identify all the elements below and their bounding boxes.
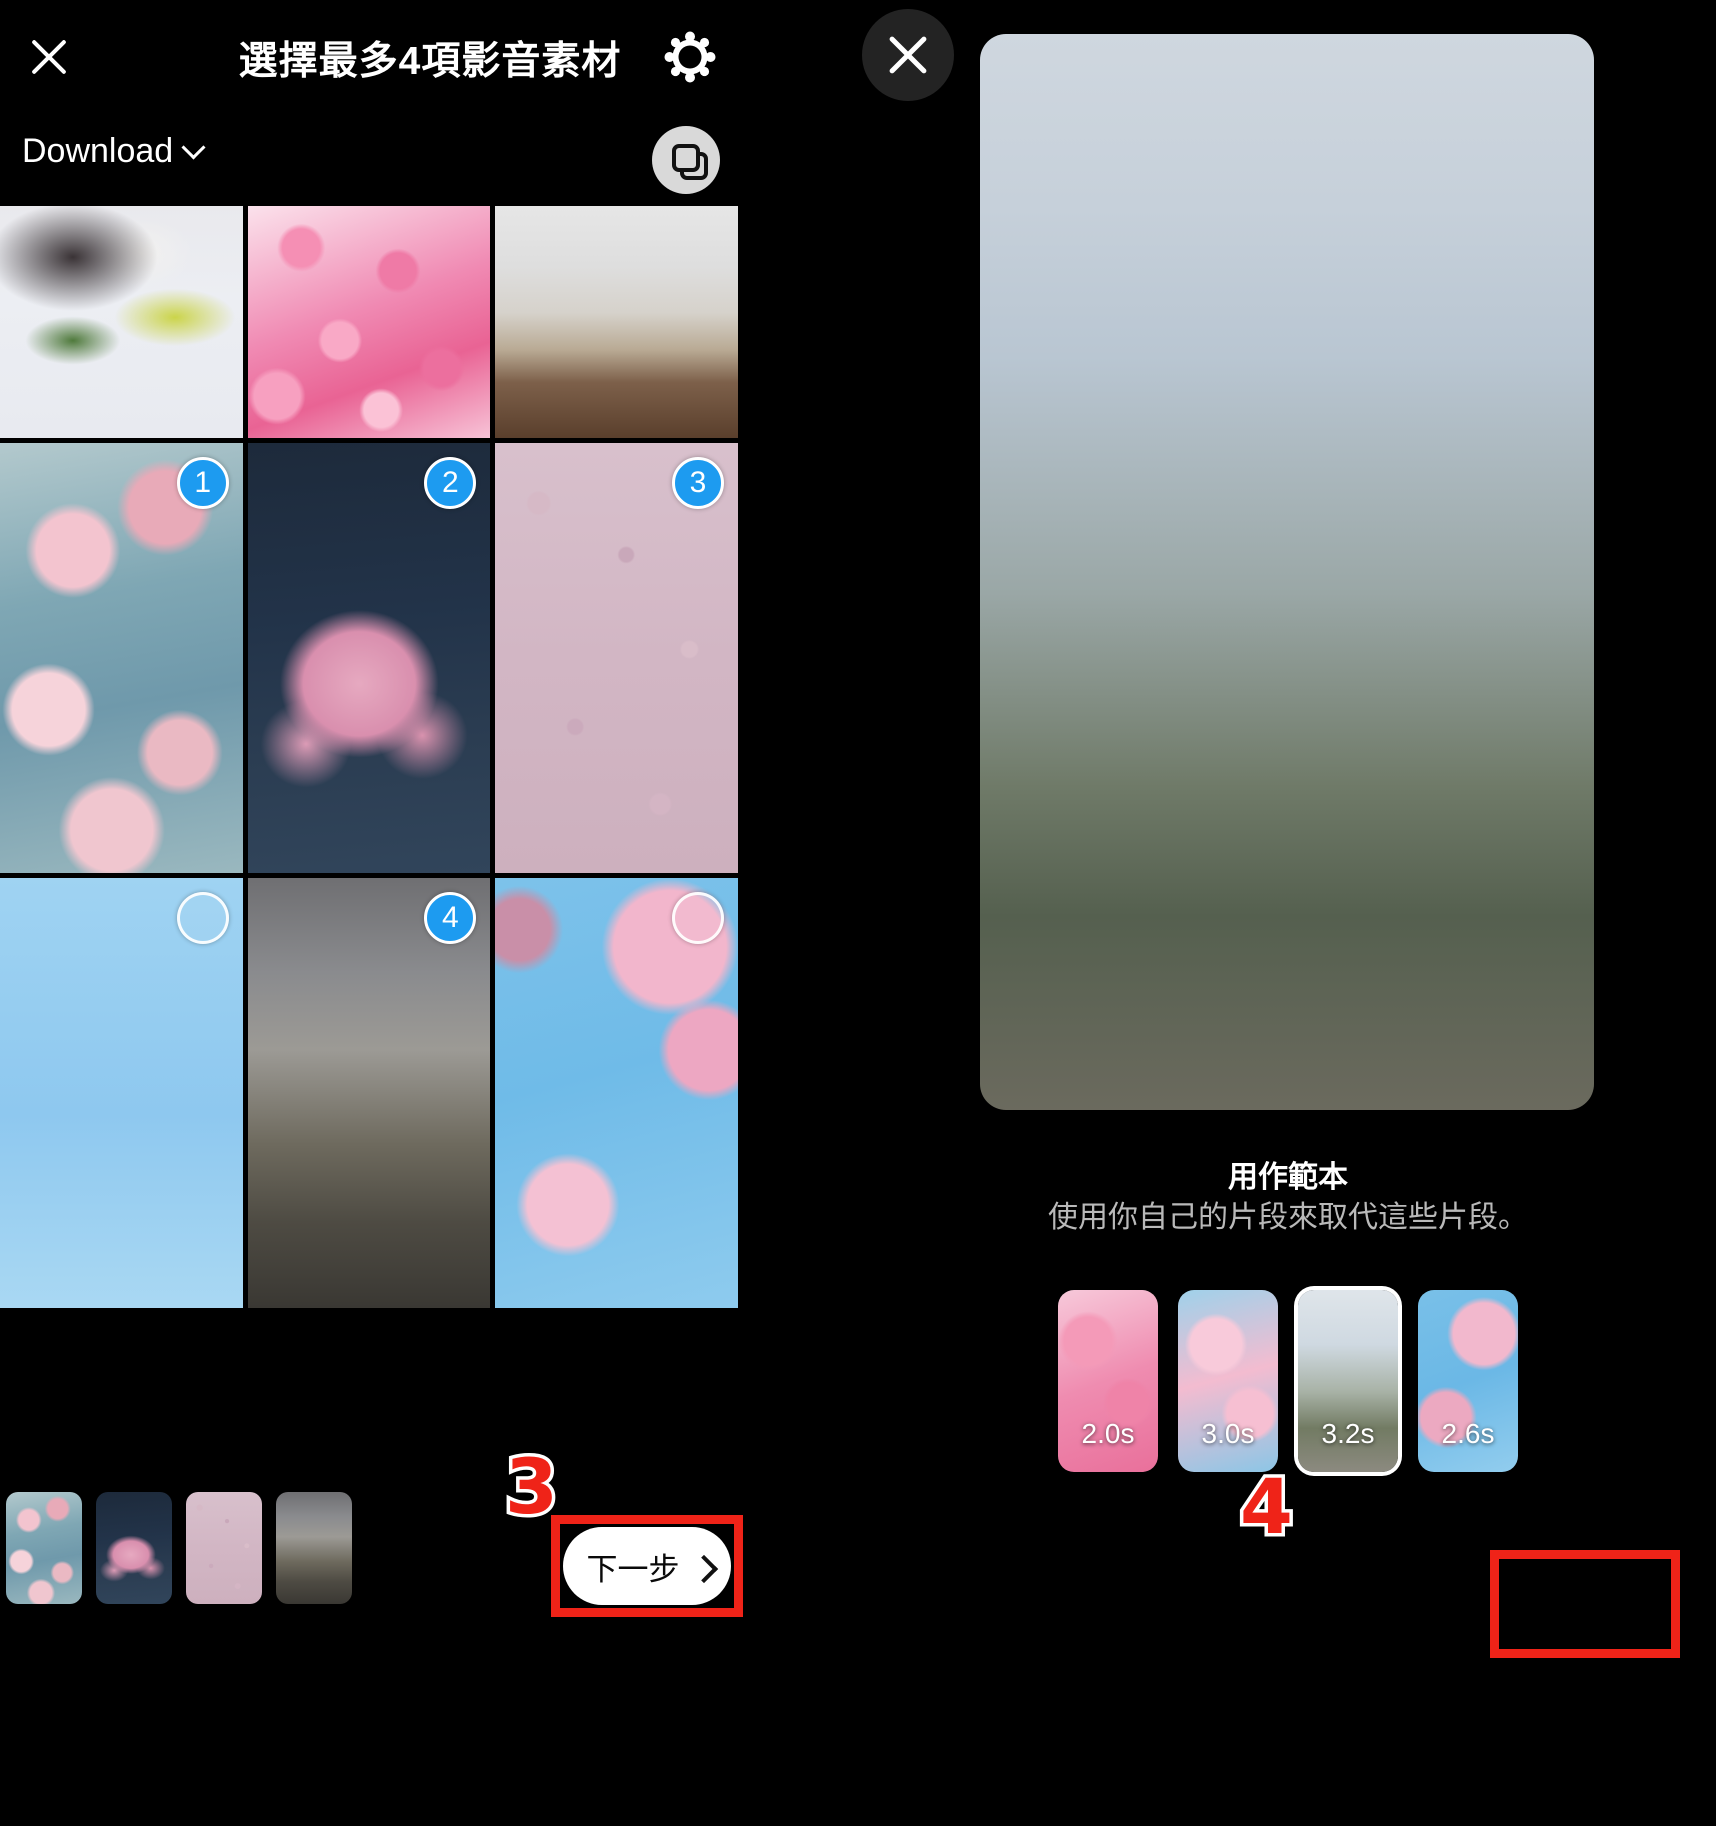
clip-duration: 3.0s: [1201, 1418, 1255, 1449]
selection-badge[interactable]: 1: [176, 457, 229, 509]
filmstrip-thumbnail: [276, 1492, 352, 1604]
left-next-button[interactable]: 下一步: [563, 1527, 731, 1605]
template-clip-row: 2.0s 3.0s 3.2s 2.6s: [860, 1290, 1716, 1472]
photo-cell-blossom-teal-sky[interactable]: 1: [0, 443, 243, 873]
template-clip-selected[interactable]: 3.2s: [1298, 1290, 1398, 1472]
template-video-preview[interactable]: [980, 34, 1594, 1110]
list-item[interactable]: [186, 1492, 262, 1604]
album-selector-row: Download: [0, 118, 860, 202]
template-clip[interactable]: 2.6s: [1418, 1290, 1518, 1472]
clip-duration: 2.6s: [1441, 1418, 1495, 1449]
photo-cell-pink-blossom-closeup[interactable]: [247, 206, 491, 438]
selection-badge[interactable]: 2: [424, 457, 477, 509]
screen-root: 選擇最多4項影音素材 Download 1 2 3 4 下一步 用作範本 使用你…: [0, 0, 1716, 1826]
selection-badge[interactable]: 3: [672, 457, 725, 509]
photo-grid-row: 4: [0, 878, 739, 1308]
gear-icon[interactable]: [663, 30, 717, 84]
list-item[interactable]: [96, 1492, 172, 1604]
template-title: 用作範本: [1228, 1161, 1348, 1194]
selection-badge[interactable]: 4: [424, 892, 477, 944]
clip-duration: 3.2s: [1321, 1418, 1375, 1449]
selection-badge[interactable]: [176, 892, 229, 944]
page-title: 選擇最多4項影音素材: [238, 40, 622, 83]
photo-grid-row: [0, 206, 739, 438]
photo-cell-picnic-flowers[interactable]: [0, 206, 243, 438]
photo-cell-petal-carpet[interactable]: 3: [495, 443, 739, 873]
album-selector[interactable]: Download: [22, 132, 203, 171]
stacked-squares-icon: [672, 144, 700, 172]
template-subtitle: 使用你自己的片段來取代這些片段。: [1048, 1201, 1528, 1234]
photo-thumbnail: [495, 206, 739, 438]
photo-thumbnail: [247, 206, 491, 438]
chevron-down-icon: [185, 139, 203, 157]
selection-badge[interactable]: [672, 892, 725, 944]
left-next-button-label: 下一步: [586, 1551, 680, 1587]
template-preview-panel: 用作範本 使用你自己的片段來取代這些片段。 2.0s 3.0s 3.2s 2.6…: [860, 0, 1716, 1826]
selected-clips-filmstrip: [6, 1492, 352, 1604]
photo-grid: 1 2 3 4: [0, 206, 739, 1313]
template-clip[interactable]: 3.0s: [1178, 1290, 1278, 1472]
clip-duration: 2.0s: [1081, 1418, 1135, 1449]
picker-top-bar: 選擇最多4項影音素材: [0, 0, 860, 118]
list-item[interactable]: [6, 1492, 82, 1604]
template-clip[interactable]: 2.0s: [1058, 1290, 1158, 1472]
filmstrip-thumbnail: [6, 1492, 82, 1604]
photo-cell-matsumoto-castle[interactable]: [495, 206, 739, 438]
multi-select-toggle[interactable]: [652, 126, 720, 194]
photo-thumbnail: [0, 206, 243, 438]
album-name-label: Download: [22, 132, 174, 170]
photo-cell-blossom-navy-sky[interactable]: 2: [247, 443, 491, 873]
overlay-close-button[interactable]: [862, 9, 954, 101]
photo-cell-blossom-blue-sky[interactable]: [495, 878, 739, 1308]
photo-grid-row: 1 2 3: [0, 443, 739, 873]
filmstrip-thumbnail: [96, 1492, 172, 1604]
list-item[interactable]: [276, 1492, 352, 1604]
chevron-right-icon: [694, 1559, 708, 1573]
photo-cell-blossom-street[interactable]: 4: [247, 878, 491, 1308]
media-picker-panel: 選擇最多4項影音素材 Download 1 2 3 4 下一步: [0, 0, 860, 1826]
filmstrip-thumbnail: [186, 1492, 262, 1604]
photo-cell-skytree-blossom[interactable]: [0, 878, 243, 1308]
